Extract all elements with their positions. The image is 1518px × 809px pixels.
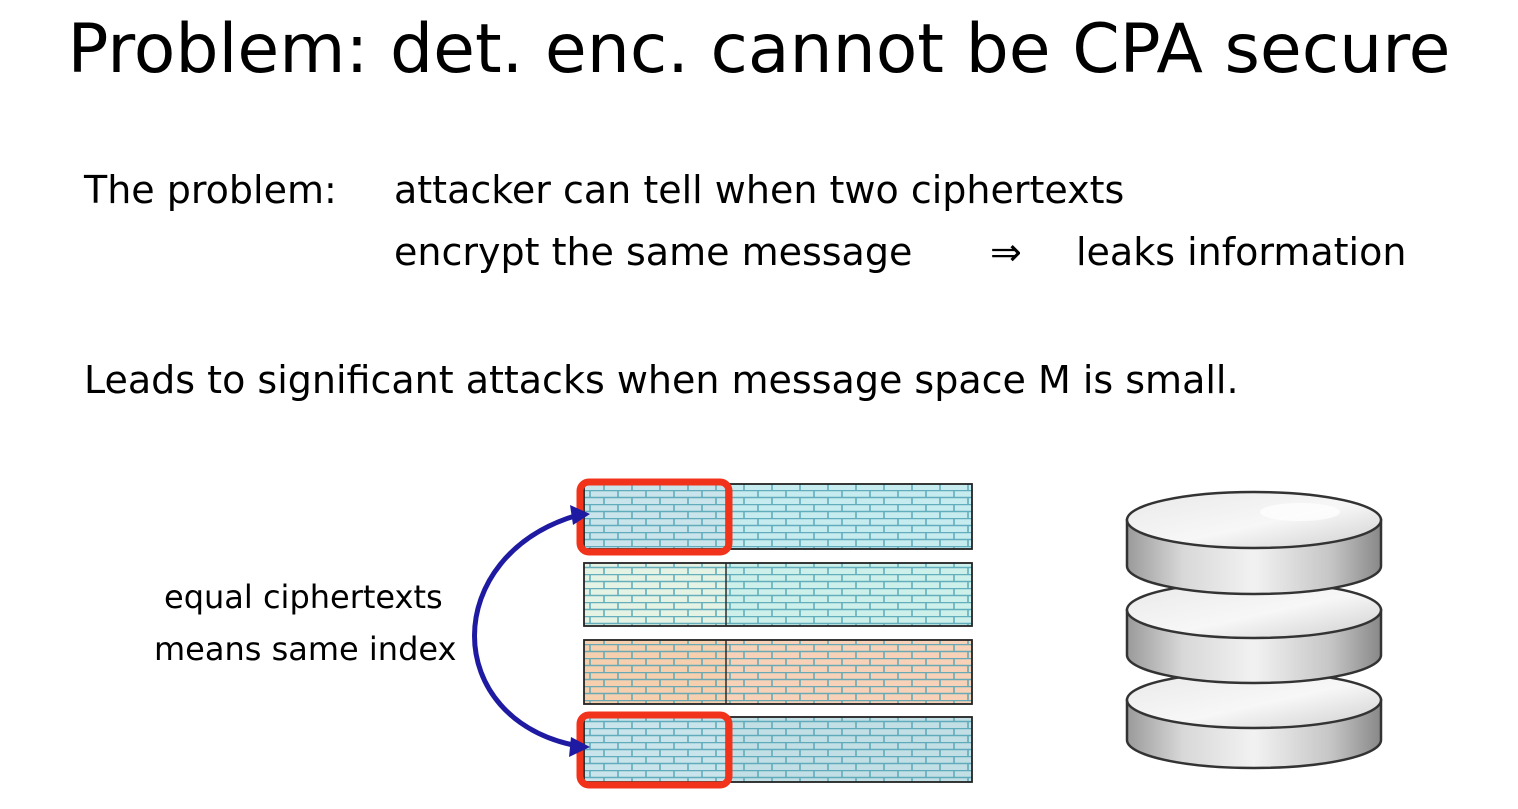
database-icon bbox=[1125, 490, 1383, 770]
ciphertext-row-3 bbox=[583, 639, 973, 705]
equal-ciphertexts-arrow bbox=[472, 512, 579, 749]
slide: Problem: det. enc. cannot be CPA secure … bbox=[0, 0, 1518, 809]
ciphertext-row-4 bbox=[583, 716, 973, 783]
ciphertext-row-1 bbox=[583, 483, 973, 550]
encrypted-database-diagram bbox=[472, 478, 1383, 789]
ciphertext-row-2 bbox=[583, 562, 973, 627]
